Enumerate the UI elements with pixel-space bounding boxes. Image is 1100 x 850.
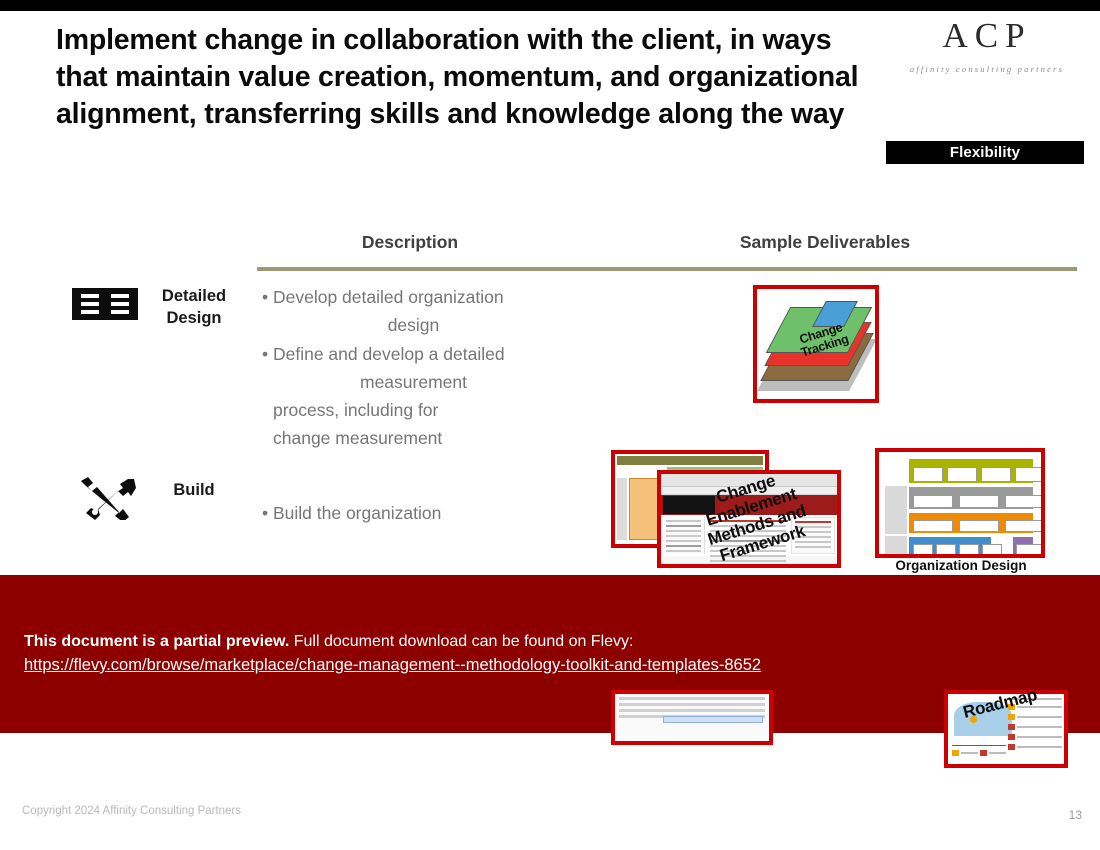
bullet-item-cont: measurement: [360, 371, 467, 392]
logo-wordmark: ACP: [942, 16, 1032, 55]
column-header-description: Description: [361, 232, 459, 252]
deliverable-organization-design[interactable]: [875, 448, 1045, 558]
row-label-build: Build: [173, 481, 215, 499]
preview-banner: This document is a partial preview. Full…: [0, 575, 1100, 733]
top-black-bar: [0, 0, 1100, 11]
deliverable-caption-organization-design: Organization Design: [895, 558, 1027, 573]
page-title: Implement change in collaboration with t…: [56, 24, 859, 131]
deliverable-partial-left[interactable]: [611, 690, 773, 745]
bullet-item: • Build the organization: [262, 503, 442, 523]
row-bullets-detailed-design: • Develop detailed organization design •…: [262, 284, 554, 454]
status-badge-flexibility: Flexibility: [886, 141, 1084, 164]
copyright-text: Copyright 2024 Affinity Consulting Partn…: [22, 805, 242, 817]
acp-logo: ACP affinity consulting partners: [892, 18, 1082, 74]
row-label-detailed-design: Detailed Design: [161, 287, 227, 327]
bullet-item: • Develop detailed organization: [262, 287, 504, 307]
list-grid-icon: [72, 288, 138, 320]
page-number: 13: [1068, 808, 1082, 822]
organization-design-graphic: [882, 455, 1041, 554]
bullet-item: • Define and develop a detailed: [262, 343, 505, 364]
header-divider: [257, 267, 1077, 271]
preview-banner-text: This document is a partial preview. Full…: [24, 633, 633, 651]
preview-banner-rest: Full document download can be found on F…: [289, 633, 634, 650]
deliverable-change-tracking[interactable]: Change Tracking: [753, 285, 879, 403]
partial-left-graphic: [615, 694, 769, 741]
preview-banner-bold: This document is a partial preview.: [24, 633, 290, 650]
column-header-sample-deliverables: Sample Deliverables: [739, 232, 911, 252]
row-bullets-build: • Build the organization: [262, 500, 554, 528]
hammer-wrench-icon: [74, 474, 138, 522]
slide-canvas: Implement change in collaboration with t…: [0, 0, 1100, 850]
preview-banner-link[interactable]: https://flevy.com/browse/marketplace/cha…: [24, 656, 761, 675]
logo-tagline: affinity consulting partners: [909, 64, 1065, 74]
bullet-item-cont: process, including for: [273, 400, 439, 421]
bullet-item-cont: change measurement: [273, 428, 443, 449]
bullet-item-cont: design: [387, 315, 440, 336]
